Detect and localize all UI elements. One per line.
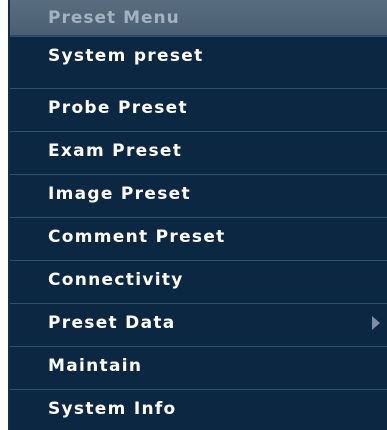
triangle-right-icon	[372, 316, 380, 330]
menu-item-maintain[interactable]: Maintain	[10, 346, 387, 389]
menu-item-label: System Info	[48, 399, 177, 419]
menu-item-connectivity[interactable]: Connectivity	[10, 260, 387, 303]
menu-item-label: System preset	[48, 46, 204, 66]
menu-item-system-info[interactable]: System Info	[10, 389, 387, 430]
menu-item-label: Image Preset	[48, 184, 191, 204]
menu-item-image-preset[interactable]: Image Preset	[10, 174, 387, 217]
menu-item-label: Exam Preset	[48, 141, 183, 161]
menu-header: Preset Menu	[10, 0, 387, 36]
menu-item-label: Comment Preset	[48, 227, 226, 247]
preset-menu: Preset Menu System preset Probe Preset E…	[8, 0, 387, 430]
menu-item-system-preset[interactable]: System preset	[10, 36, 387, 79]
menu-item-label: Preset Data	[48, 313, 176, 333]
preset-menu-window: Preset Menu System preset Probe Preset E…	[0, 0, 387, 430]
menu-item-label: Maintain	[48, 356, 143, 376]
menu-item-exam-preset[interactable]: Exam Preset	[10, 131, 387, 174]
menu-item-comment-preset[interactable]: Comment Preset	[10, 217, 387, 260]
menu-title: Preset Menu	[48, 8, 180, 28]
menu-item-probe-preset[interactable]: Probe Preset	[10, 88, 387, 131]
menu-item-label: Connectivity	[48, 270, 184, 290]
menu-item-label: Probe Preset	[48, 98, 188, 118]
menu-item-preset-data[interactable]: Preset Data	[10, 303, 387, 346]
